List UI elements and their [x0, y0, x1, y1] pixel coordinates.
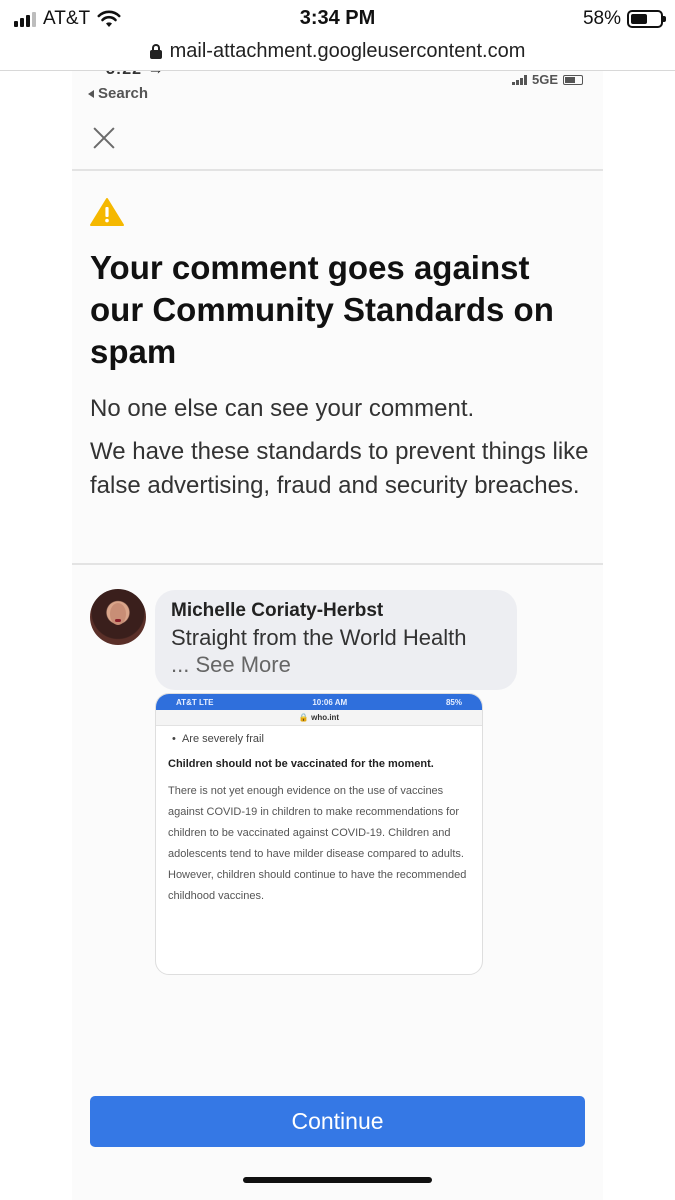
battery-percent: 58%: [582, 8, 621, 29]
comment-bubble: Michelle Coriaty-Herbst Straight from th…: [155, 590, 517, 690]
comment-text: Straight from the World Health: [171, 625, 467, 650]
commenter-name[interactable]: Michelle Coriaty-Herbst: [171, 600, 501, 622]
attachment-battery: 85%: [445, 697, 462, 707]
avatar[interactable]: [90, 589, 146, 645]
inner-network-label: 5GE: [531, 72, 558, 87]
close-icon[interactable]: [90, 124, 118, 152]
continue-button[interactable]: Continue: [90, 1096, 585, 1147]
status-bar: AT&T 3:34 PM 58%: [0, 0, 675, 36]
lock-icon: [149, 43, 162, 59]
attachment-time: 10:06 AM: [312, 697, 348, 707]
status-time: 3:34 PM: [299, 7, 376, 29]
status-right: 58%: [582, 8, 666, 30]
warning-icon: [90, 198, 124, 226]
attachment-status-bar: AT&T LTE 10:06 AM 85%: [156, 694, 482, 710]
see-more-link[interactable]: ... See More: [171, 652, 501, 678]
divider: [72, 169, 603, 171]
attachment-carrier: AT&T LTE: [176, 697, 214, 707]
visibility-notice: No one else can see your comment.: [90, 395, 475, 422]
inner-status-right: 5GE: [511, 72, 583, 87]
embedded-screenshot: 3:22 → Search 5GE Your comment goes agai…: [72, 71, 603, 1200]
inner-back-label: Search: [98, 85, 149, 102]
inner-back-link[interactable]: Search: [88, 85, 148, 102]
standards-explanation: We have these standards to prevent thing…: [90, 438, 589, 499]
home-indicator[interactable]: [243, 1177, 432, 1183]
page-title: Your comment goes against our Community …: [90, 249, 554, 370]
back-arrow-icon: [88, 89, 94, 98]
attachment-bullet: • Are severely frail: [172, 733, 264, 745]
divider: [72, 563, 603, 565]
url-text: mail-attachment.googleusercontent.com: [169, 39, 526, 62]
url-bar[interactable]: mail-attachment.googleusercontent.com: [0, 34, 675, 68]
battery-icon: [627, 10, 666, 28]
inner-battery-icon: [563, 74, 583, 85]
attachment-url: 🔒 who.int: [156, 710, 482, 726]
attachment-bold-text: Children should not be vaccinated for th…: [168, 758, 434, 770]
attachment-body: • Are severely frail Children should not…: [156, 726, 482, 911]
attachment-image[interactable]: AT&T LTE 10:06 AM 85% 🔒 who.int • Are se…: [155, 693, 483, 975]
inner-signal-icon: [511, 74, 527, 85]
attachment-body-text: There is not yet enough evidence on the …: [168, 785, 467, 902]
inner-status-time: 3:22 →: [106, 71, 164, 79]
